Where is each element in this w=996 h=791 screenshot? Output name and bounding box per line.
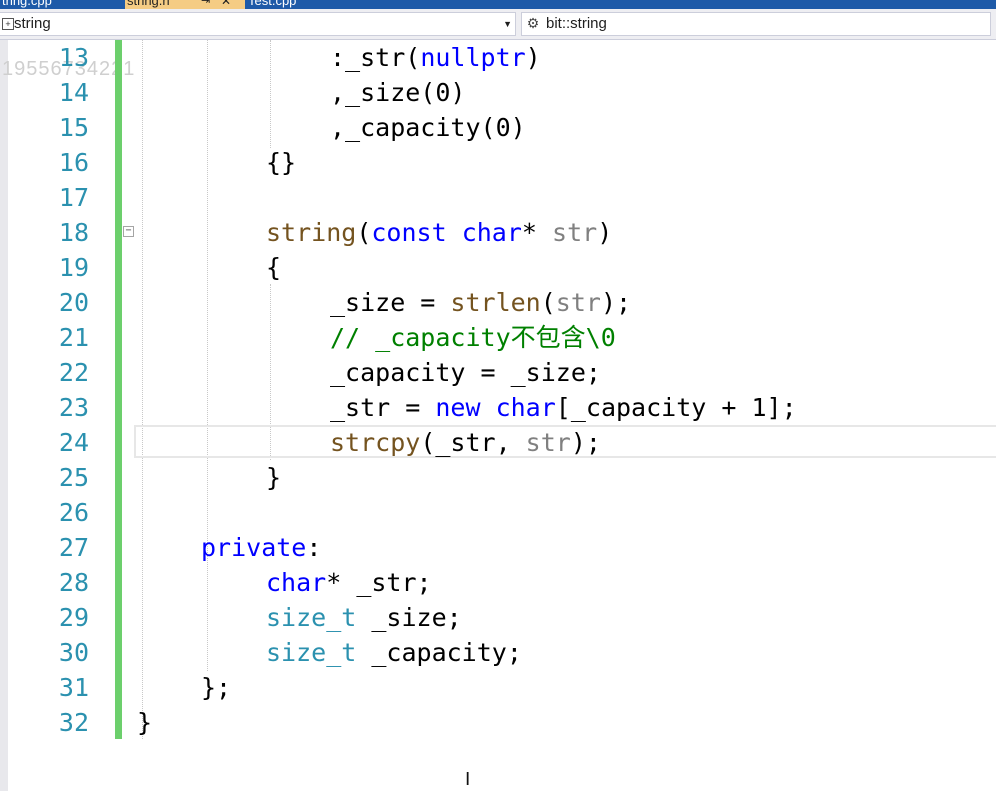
line-number: 29 bbox=[58, 603, 89, 632]
code-line: 25 } bbox=[0, 460, 996, 495]
document-tab-strip: tring.cpp string.h ⇥ ✕ Test.cpp bbox=[0, 0, 996, 9]
code-line: 28 char* _str; bbox=[0, 565, 996, 600]
line-number: 25 bbox=[58, 463, 89, 492]
line-number: 32 bbox=[58, 708, 89, 737]
code-line: 32 } bbox=[0, 705, 996, 740]
tab-label: string.h bbox=[127, 0, 170, 8]
tab-string-h[interactable]: string.h ⇥ ✕ bbox=[125, 0, 245, 9]
code-line: 15 ,_capacity(0) bbox=[0, 110, 996, 145]
member-dropdown[interactable]: ⚙ bit::string bbox=[521, 12, 991, 36]
line-number: 30 bbox=[58, 638, 89, 667]
line-number: 20 bbox=[58, 288, 89, 317]
code-text[interactable]: _str = new char[_capacity + 1]; bbox=[330, 390, 797, 425]
tab-label: Test.cpp bbox=[248, 0, 297, 8]
chevron-down-icon[interactable]: ▼ bbox=[503, 13, 512, 35]
line-number: 31 bbox=[58, 673, 89, 702]
tab-label: tring.cpp bbox=[2, 0, 52, 8]
line-number: 23 bbox=[58, 393, 89, 422]
code-comment[interactable]: // _capacity不包含\0 bbox=[330, 320, 616, 355]
code-line: 22 _capacity = _size; bbox=[0, 355, 996, 390]
line-number: 14 bbox=[58, 78, 89, 107]
line-number: 24 bbox=[58, 428, 89, 457]
code-text[interactable]: } bbox=[137, 705, 152, 740]
member-label: bit::string bbox=[546, 15, 607, 32]
code-line: 17 bbox=[0, 180, 996, 215]
close-icon[interactable]: ✕ bbox=[221, 0, 231, 9]
code-line: 18 string(const char* str) bbox=[0, 215, 996, 250]
code-text[interactable]: char* _str; bbox=[266, 565, 432, 600]
line-number: 16 bbox=[58, 148, 89, 177]
code-line: 16 {} bbox=[0, 145, 996, 180]
line-number: 19 bbox=[58, 253, 89, 282]
scope-label: string bbox=[14, 15, 51, 32]
code-text[interactable]: size_t _capacity; bbox=[266, 635, 522, 670]
code-text[interactable]: {} bbox=[266, 145, 296, 180]
tab-string-cpp[interactable]: tring.cpp bbox=[0, 0, 124, 9]
line-number: 13 bbox=[58, 43, 89, 72]
line-number: 15 bbox=[58, 113, 89, 142]
line-number: 21 bbox=[58, 323, 89, 352]
code-line: 23 _str = new char[_capacity + 1]; bbox=[0, 390, 996, 425]
code-line: 13 :_str(nullptr) bbox=[0, 40, 996, 75]
code-text[interactable]: ,_size(0) bbox=[330, 75, 465, 110]
code-line: 30 size_t _capacity; bbox=[0, 635, 996, 670]
code-text[interactable]: string(const char* str) bbox=[266, 215, 612, 250]
code-line: 19 { bbox=[0, 250, 996, 285]
code-text[interactable]: ,_capacity(0) bbox=[330, 110, 526, 145]
class-icon: ⚙ bbox=[526, 15, 540, 31]
pin-icon[interactable]: ⇥ bbox=[201, 0, 210, 9]
code-line: 31 }; bbox=[0, 670, 996, 705]
line-number: 27 bbox=[58, 533, 89, 562]
code-line: 26 bbox=[0, 495, 996, 530]
code-text[interactable]: _size = strlen(str); bbox=[330, 285, 631, 320]
code-text[interactable]: :_str(nullptr) bbox=[330, 40, 541, 75]
code-text[interactable]: { bbox=[266, 250, 281, 285]
code-text[interactable]: size_t _size; bbox=[266, 600, 462, 635]
code-text[interactable]: } bbox=[266, 460, 281, 495]
text-cursor-icon: I bbox=[465, 769, 471, 790]
line-number: 26 bbox=[58, 498, 89, 527]
code-editor[interactable]: 19556734221 − 13 :_str(nullptr) 14 ,_siz… bbox=[0, 40, 996, 791]
code-line: 14 ,_size(0) bbox=[0, 75, 996, 110]
scope-dropdown[interactable]: + string ▼ bbox=[0, 12, 516, 36]
line-number: 22 bbox=[58, 358, 89, 387]
tab-test-cpp[interactable]: Test.cpp bbox=[246, 0, 368, 9]
line-number: 18 bbox=[58, 218, 89, 247]
line-number: 17 bbox=[58, 183, 89, 212]
code-line: 20 _size = strlen(str); bbox=[0, 285, 996, 320]
code-text[interactable]: _capacity = _size; bbox=[330, 355, 601, 390]
code-text[interactable]: private: bbox=[201, 530, 321, 565]
code-text[interactable]: }; bbox=[201, 670, 231, 705]
code-line: 27 private: bbox=[0, 530, 996, 565]
code-line: 21 // _capacity不包含\0 bbox=[0, 320, 996, 355]
code-line: 24 strcpy(_str, str); bbox=[0, 425, 996, 460]
line-number: 28 bbox=[58, 568, 89, 597]
project-icon: + bbox=[2, 18, 14, 30]
code-line: 29 size_t _size; bbox=[0, 600, 996, 635]
navigation-bar: + string ▼ ⚙ bit::string bbox=[0, 9, 996, 40]
code-text[interactable]: strcpy(_str, str); bbox=[330, 425, 601, 460]
